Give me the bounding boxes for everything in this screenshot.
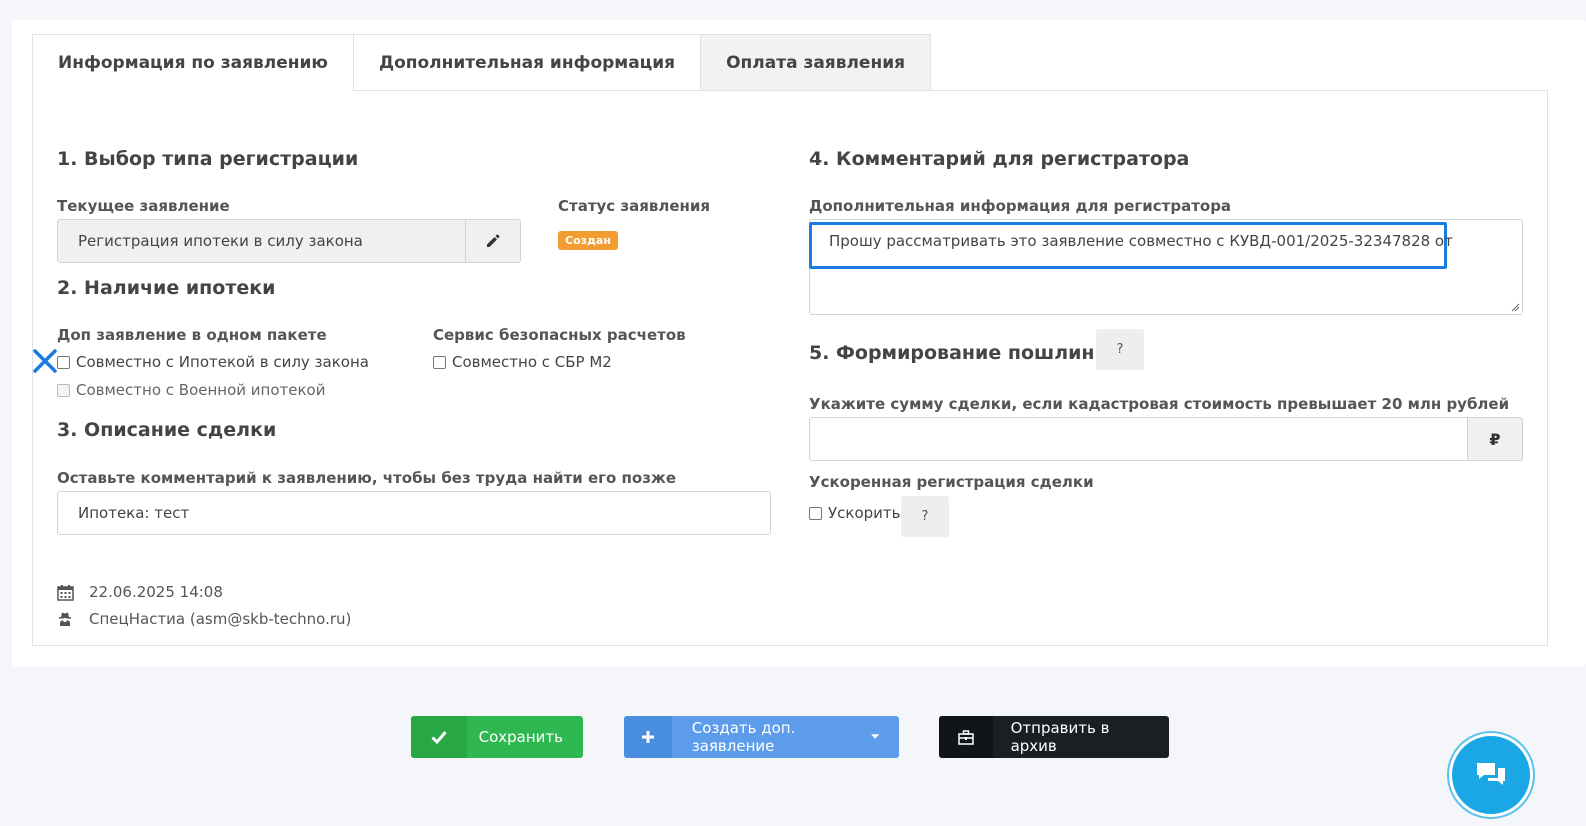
checkbox-mortgage-label: Совместно с Ипотекой в силу закона: [76, 353, 369, 371]
fast-registration-label: Ускоренная регистрация сделки: [809, 473, 1094, 491]
check-icon: [411, 716, 467, 758]
section4-title: 4. Комментарий для регистратора: [809, 148, 1190, 170]
comment-label: Оставьте комментарий к заявлению, чтобы …: [57, 469, 677, 487]
chat-icon: [1477, 763, 1505, 785]
plus-icon: [624, 716, 672, 758]
tab-application-info[interactable]: Информация по заявлению: [32, 34, 354, 92]
checkbox-military-box[interactable]: [57, 383, 70, 397]
comment-input-value: Ипотека: тест: [78, 504, 190, 522]
status-label: Статус заявления: [558, 197, 711, 215]
checkbox-mortgage[interactable]: Совместно с Ипотекой в силу закона: [57, 353, 369, 371]
current-application-field: Регистрация ипотеки в силу закона: [57, 219, 521, 263]
checkbox-sbr[interactable]: Совместно с СБР М2: [433, 353, 612, 371]
section2-title: 2. Наличие ипотеки: [57, 277, 276, 299]
user-secret-icon: [59, 612, 71, 626]
current-application-value: Регистрация ипотеки в силу закона: [78, 232, 363, 250]
ruble-icon: ₽: [1467, 418, 1522, 460]
chat-button[interactable]: [1449, 733, 1533, 817]
create-additional-button[interactable]: Создать доп. заявление: [624, 716, 899, 758]
fee-help-button[interactable]: ?: [1096, 329, 1144, 370]
edit-button[interactable]: [465, 220, 520, 262]
tab-additional-info[interactable]: Дополнительная информация: [352, 34, 702, 91]
checkbox-sbr-box[interactable]: [433, 355, 446, 369]
tab-payment[interactable]: Оплата заявления: [700, 34, 932, 91]
current-application-label: Текущее заявление: [57, 197, 230, 215]
checkbox-fast-label: Ускорить: [828, 504, 901, 522]
briefcase-icon: [939, 716, 993, 758]
create-additional-label: Создать доп. заявление: [672, 716, 899, 758]
checkbox-sbr-label: Совместно с СБР М2: [452, 353, 612, 371]
sum-input-value: [810, 418, 1467, 460]
status-badge: Создан: [558, 231, 618, 250]
checkbox-military-label: Совместно с Военной ипотекой: [76, 381, 326, 399]
checkbox-fast-box[interactable]: [809, 506, 822, 520]
checkbox-fast[interactable]: Ускорить: [809, 504, 900, 522]
section1-title: 1. Выбор типа регистрации: [57, 148, 359, 170]
sum-label: Укажите сумму сделки, если кадастровая с…: [809, 395, 1510, 413]
archive-button-label: Отправить в архив: [1010, 719, 1110, 755]
sum-input[interactable]: ₽: [809, 417, 1523, 461]
extra-info-value: Прошу рассматривать это заявление совмес…: [829, 232, 1453, 250]
package-label: Доп заявление в одном пакете: [57, 326, 327, 344]
safe-service-label: Сервис безопасных расчетов: [433, 326, 686, 344]
created-date: 22.06.2025 14:08: [89, 583, 223, 601]
fast-help-button[interactable]: ?: [901, 496, 949, 537]
resize-handle-icon[interactable]: [1510, 302, 1520, 312]
calendar-icon: [57, 585, 74, 601]
comment-input[interactable]: Ипотека: тест: [57, 491, 771, 535]
checkbox-mortgage-box[interactable]: [57, 355, 70, 369]
tab-bar: Информация по заявлению Дополнительная и…: [32, 34, 932, 92]
caret-down-icon: [870, 734, 879, 739]
close-cursor-icon: [33, 349, 57, 373]
save-button-label: Сохранить: [478, 728, 563, 746]
create-additional-text: Создать доп. заявление: [691, 719, 796, 755]
archive-button[interactable]: Отправить в архив: [939, 716, 1169, 758]
checkbox-military[interactable]: Совместно с Военной ипотекой: [57, 381, 325, 399]
section5-title: 5. Формирование пошлины: [809, 342, 1112, 364]
save-button[interactable]: Сохранить: [411, 716, 583, 758]
pencil-icon: [487, 234, 500, 247]
section3-title: 3. Описание сделки: [57, 419, 277, 441]
created-user: СпецНастиа (asm@skb-techno.ru): [89, 610, 352, 628]
extra-info-label: Дополнительная информация для регистрато…: [809, 197, 1232, 215]
